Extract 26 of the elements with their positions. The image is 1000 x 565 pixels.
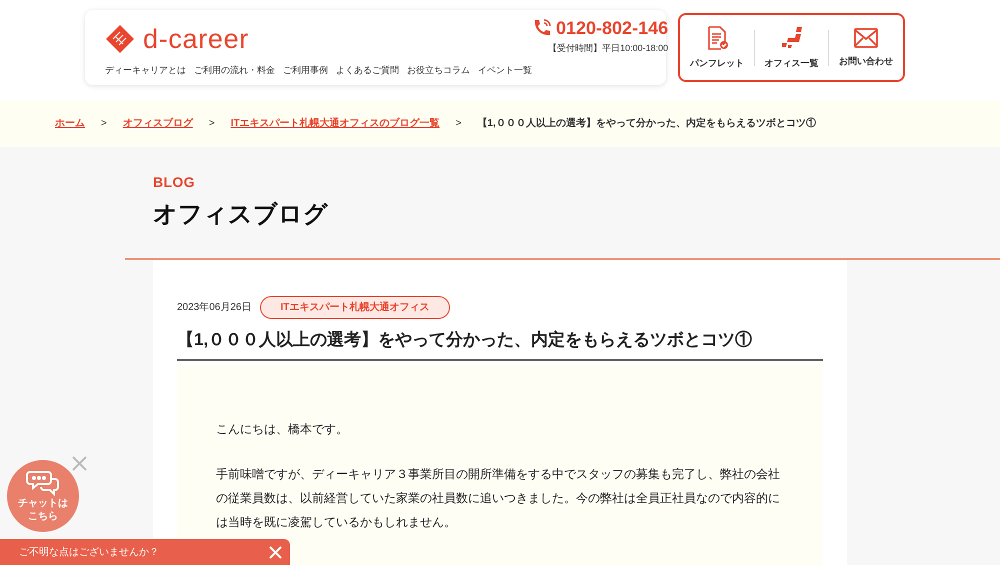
nav-link[interactable]: イベント一覧: [478, 64, 532, 78]
nav-link[interactable]: お役立ちコラム: [407, 64, 470, 78]
breadcrumb-current: 【1,０００人以上の選考】をやって分かった、内定をもらえるツボとコツ①: [477, 116, 816, 131]
nav-link[interactable]: ご利用の流れ・料金: [194, 64, 275, 78]
nav-link[interactable]: ディーキャリアとは: [105, 64, 186, 78]
article-title: 【1,０００人以上の選考】をやって分かった、内定をもらえるツボとコツ①: [177, 327, 823, 360]
body-paragraph: こんにちは、橋本です。: [216, 420, 349, 438]
breadcrumb-link[interactable]: オフィスブログ: [122, 116, 193, 131]
body-paragraph: 手前味噌ですが、ディーキャリア３事業所目の開所準備をする中でスタッフの募集も完了し、弊社の会社の従業員数は、以前経営していた家業の社員数に追いつきました。今の弊社は全員正社員なので内容的には当時を既に凌駕しているかもしれません。: [216, 466, 781, 530]
breadcrumb-link[interactable]: ITエキスパート札幌大通オフィスのブログ一覧: [230, 116, 440, 131]
phone-number[interactable]: 0120-802-146: [556, 19, 668, 37]
nav-link[interactable]: よくあるご質問: [336, 64, 399, 78]
post-date: 2023年06月26日: [177, 301, 252, 315]
header-action-link[interactable]: オフィス一覧: [754, 24, 828, 70]
business-hours: 【受付時間】平日10:00-18:00: [548, 42, 668, 55]
header-action-link[interactable]: パンフレット: [680, 24, 754, 70]
breadcrumb-separator: >: [101, 117, 107, 131]
section-eyebrow: BLOG: [153, 175, 196, 189]
section-title: オフィスブログ: [153, 200, 329, 230]
logo-text[interactable]: d-career: [143, 26, 249, 52]
help-bar-text: ご不明な点はございませんか？: [19, 546, 159, 560]
breadcrumb-link[interactable]: ホーム: [55, 116, 85, 131]
header-action-link[interactable]: お問い合わせ: [829, 26, 904, 68]
breadcrumb-separator: >: [456, 117, 462, 131]
nav-link[interactable]: ご利用事例: [283, 64, 328, 78]
breadcrumb-separator: >: [208, 117, 215, 131]
